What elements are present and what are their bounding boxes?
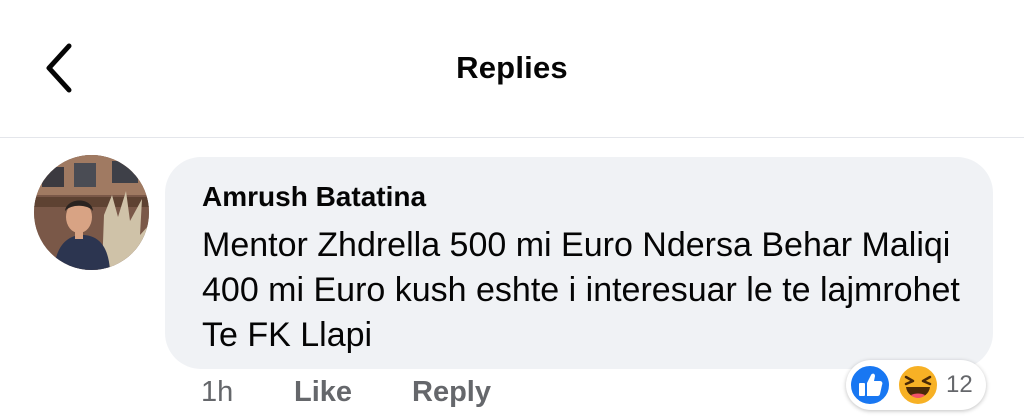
header-bar: Replies xyxy=(0,0,1024,138)
avatar-photo xyxy=(34,155,149,270)
reply-button[interactable]: Reply xyxy=(412,376,491,409)
comment-author[interactable]: Amrush Batatina xyxy=(202,181,426,213)
like-reaction-icon xyxy=(849,364,891,406)
haha-reaction-icon xyxy=(897,364,939,406)
reactions-summary[interactable]: 12 xyxy=(846,360,986,410)
comment-text: Mentor Zhdrella 500 mi Euro Ndersa Behar… xyxy=(202,226,960,354)
replies-screen: Replies Amrush Batatina Mentor Zhdrella … xyxy=(0,0,1024,417)
comment-timestamp[interactable]: 1h xyxy=(201,376,233,409)
comment-bubble[interactable]: Amrush Batatina Mentor Zhdrella 500 mi E… xyxy=(165,157,993,369)
like-button[interactable]: Like xyxy=(294,376,352,409)
avatar[interactable] xyxy=(34,155,149,270)
page-title: Replies xyxy=(456,50,568,85)
reaction-count: 12 xyxy=(946,371,973,398)
